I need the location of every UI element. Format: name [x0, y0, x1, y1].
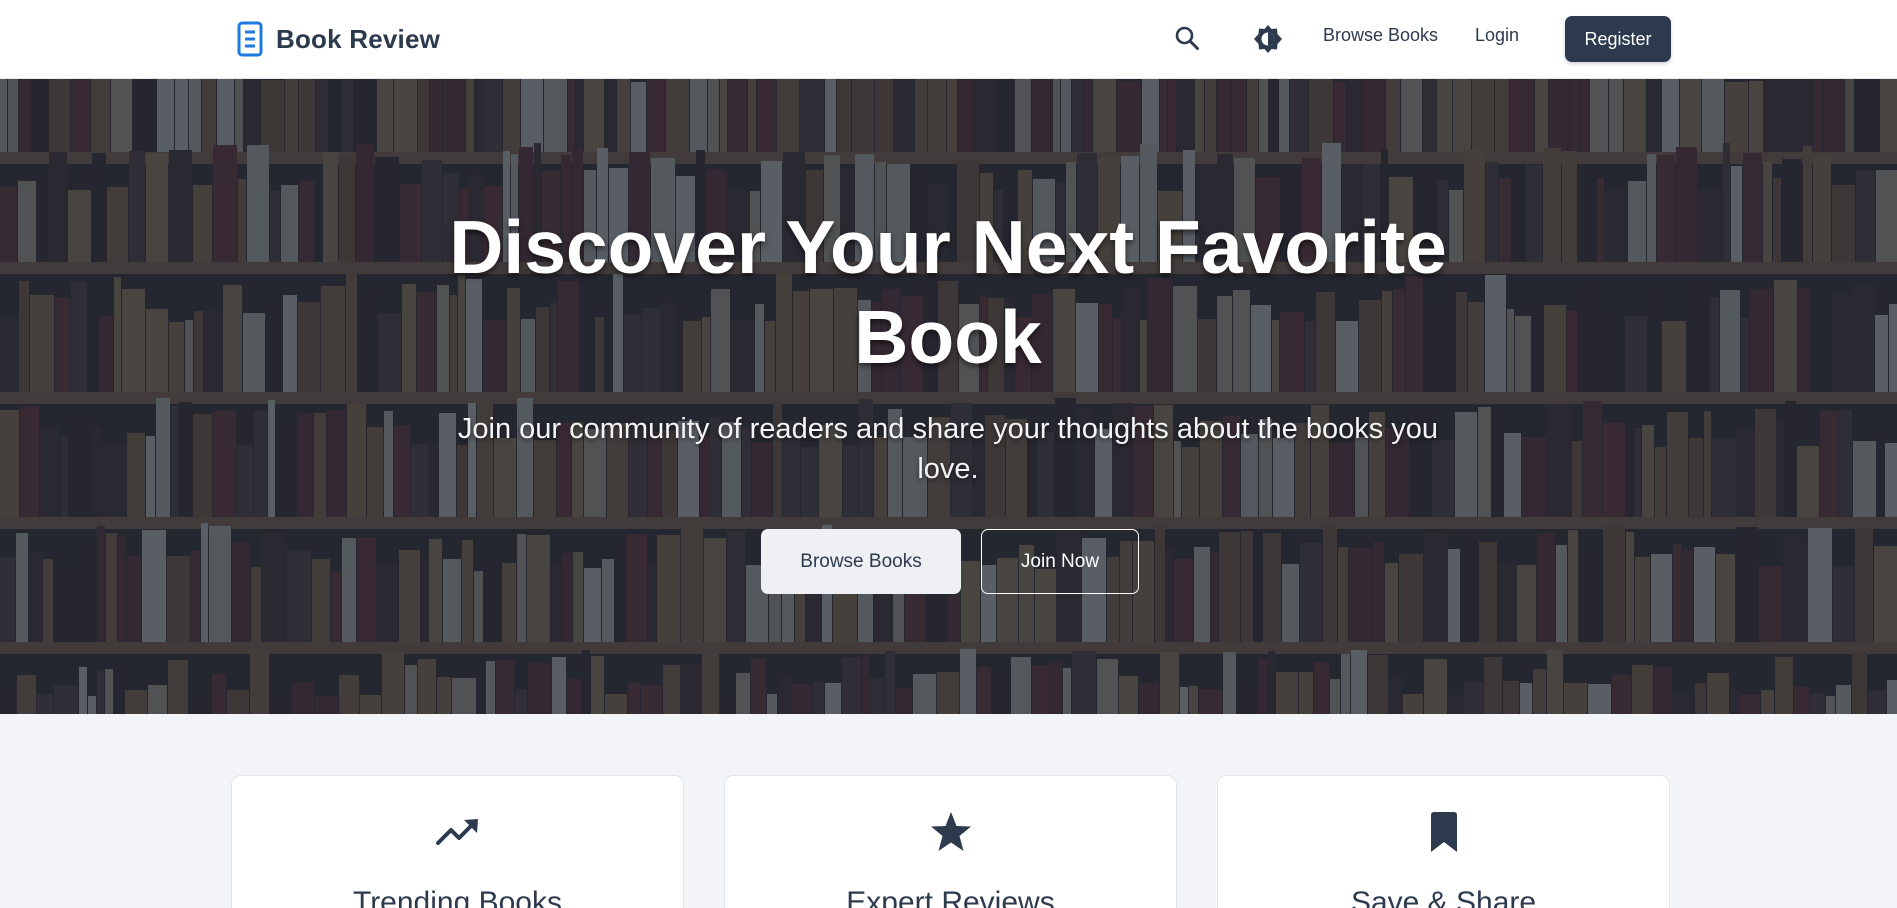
browse-books-button[interactable]: Browse Books [761, 529, 961, 594]
feature-card-trending: Trending Books [231, 775, 684, 908]
feature-title: Trending Books [352, 886, 562, 908]
hero-title: Discover Your Next Favorite Book [449, 205, 1447, 379]
feature-card-reviews: Expert Reviews [724, 775, 1177, 908]
top-navbar: Book Review Browse Books Login Register [0, 0, 1897, 79]
feature-title: Save & Share [1350, 886, 1537, 908]
search-icon[interactable] [1172, 23, 1202, 53]
document-icon [236, 21, 264, 57]
register-button[interactable]: Register [1565, 16, 1671, 62]
brand-name: Book Review [276, 23, 441, 54]
trending-up-icon [232, 810, 683, 854]
brightness-icon[interactable] [1252, 23, 1284, 55]
star-icon [725, 810, 1176, 854]
hero-content: Discover Your Next Favorite Book Join ou… [0, 79, 1897, 714]
bookmark-icon [1218, 810, 1669, 854]
feature-card-save: Save & Share [1217, 775, 1670, 908]
nav-login-link[interactable]: Login [1475, 25, 1519, 46]
hero-subtitle: Join our community of readers and share … [457, 413, 1439, 485]
brand-logo-link[interactable]: Book Review [236, 20, 440, 58]
hero-section: Discover Your Next Favorite Book Join ou… [0, 79, 1897, 714]
feature-title: Expert Reviews [846, 886, 1055, 908]
join-now-button[interactable]: Join Now [981, 529, 1139, 594]
nav-browse-books-link[interactable]: Browse Books [1323, 25, 1438, 46]
